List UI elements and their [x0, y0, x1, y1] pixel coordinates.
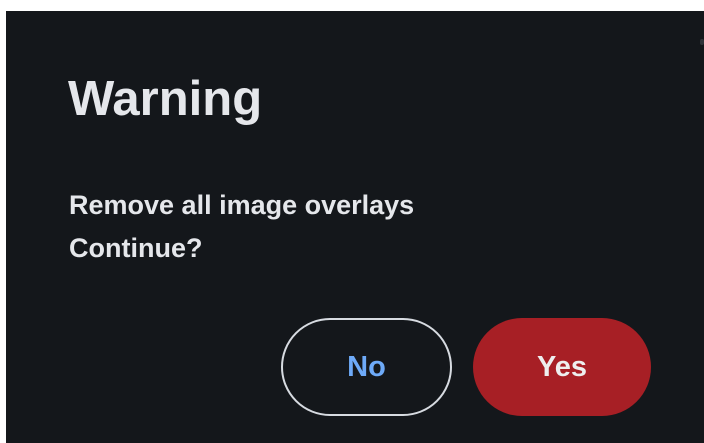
dialog-message-line: Remove all image overlays [69, 190, 415, 220]
scrollbar-handle[interactable] [700, 39, 704, 45]
dialog-title: Warning [68, 72, 263, 126]
dialog-actions: No Yes [281, 318, 651, 416]
yes-button[interactable]: Yes [473, 318, 651, 416]
dialog-message-line: Continue? [69, 233, 203, 263]
no-button[interactable]: No [281, 318, 452, 416]
warning-dialog: Warning Remove all image overlays Contin… [6, 11, 704, 443]
dialog-message: Remove all image overlays Continue? [69, 184, 414, 270]
